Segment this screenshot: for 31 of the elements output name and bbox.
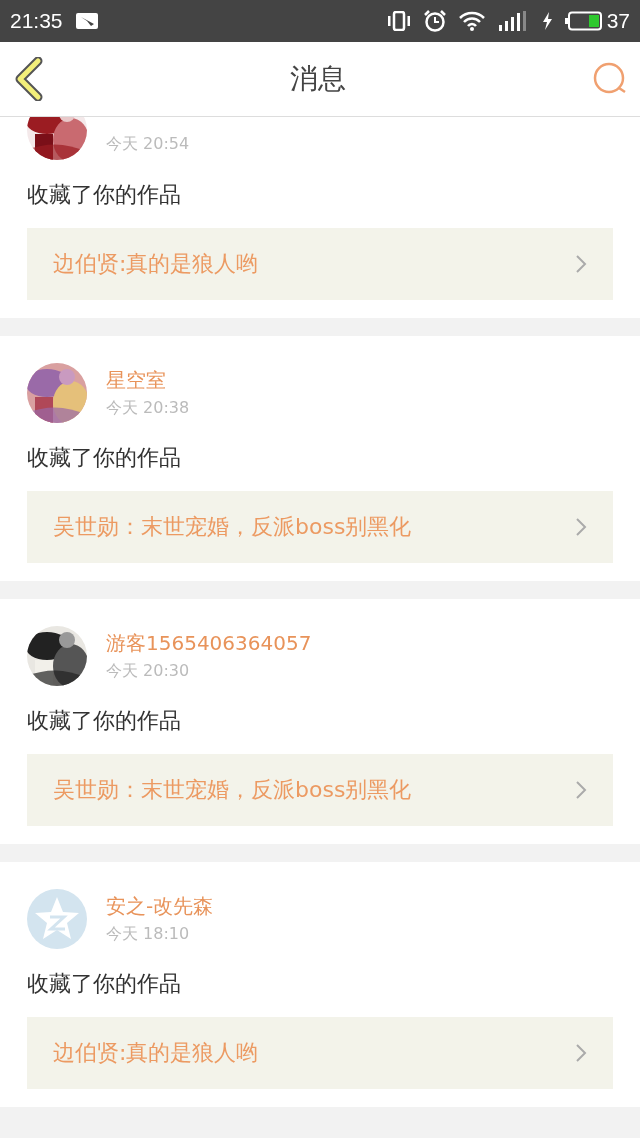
chevron-right-icon xyxy=(575,517,587,537)
wifi-icon xyxy=(458,11,485,31)
chevron-right-icon xyxy=(575,780,587,800)
message-time: 今天 20:38 xyxy=(106,398,190,419)
page-title: 消息 xyxy=(290,61,346,97)
signal-icon xyxy=(496,10,529,32)
chevron-right-icon xyxy=(575,1043,587,1063)
battery-percent: 37 xyxy=(606,9,630,33)
default-avatar-icon xyxy=(27,889,87,949)
back-button[interactable] xyxy=(14,57,44,101)
work-link[interactable]: 边伯贤:真的是狼人哟 xyxy=(27,228,613,300)
status-time: 21:35 xyxy=(10,9,63,33)
message-text: 收藏了你的作品 xyxy=(27,181,182,209)
message-text: 收藏了你的作品 xyxy=(27,970,182,998)
message-time: 今天 20:30 xyxy=(106,661,191,682)
user-name[interactable]: 星空室 xyxy=(106,367,190,394)
message-text: 收藏了你的作品 xyxy=(27,444,182,472)
message-time: 今天 20:54 xyxy=(106,133,190,155)
message-text: 收藏了你的作品 xyxy=(27,707,182,735)
user-name[interactable]: 安之-改先森 xyxy=(106,893,214,920)
work-link[interactable]: 吴世勋：末世宠婚，反派boss别黑化 xyxy=(27,491,613,563)
user-name[interactable]: 游客1565406364057 xyxy=(106,630,312,657)
chevron-right-icon xyxy=(575,254,587,274)
work-link[interactable]: 吴世勋：末世宠婚，反派boss别黑化 xyxy=(27,754,613,826)
charging-icon xyxy=(540,11,553,31)
battery-icon xyxy=(564,11,603,31)
work-link[interactable]: 边伯贤:真的是狼人哟 xyxy=(27,1017,613,1089)
alarm-icon xyxy=(422,10,447,32)
vibrate-icon xyxy=(386,11,411,31)
message-time: 今天 18:10 xyxy=(106,924,191,945)
image-notification-icon xyxy=(74,12,99,30)
